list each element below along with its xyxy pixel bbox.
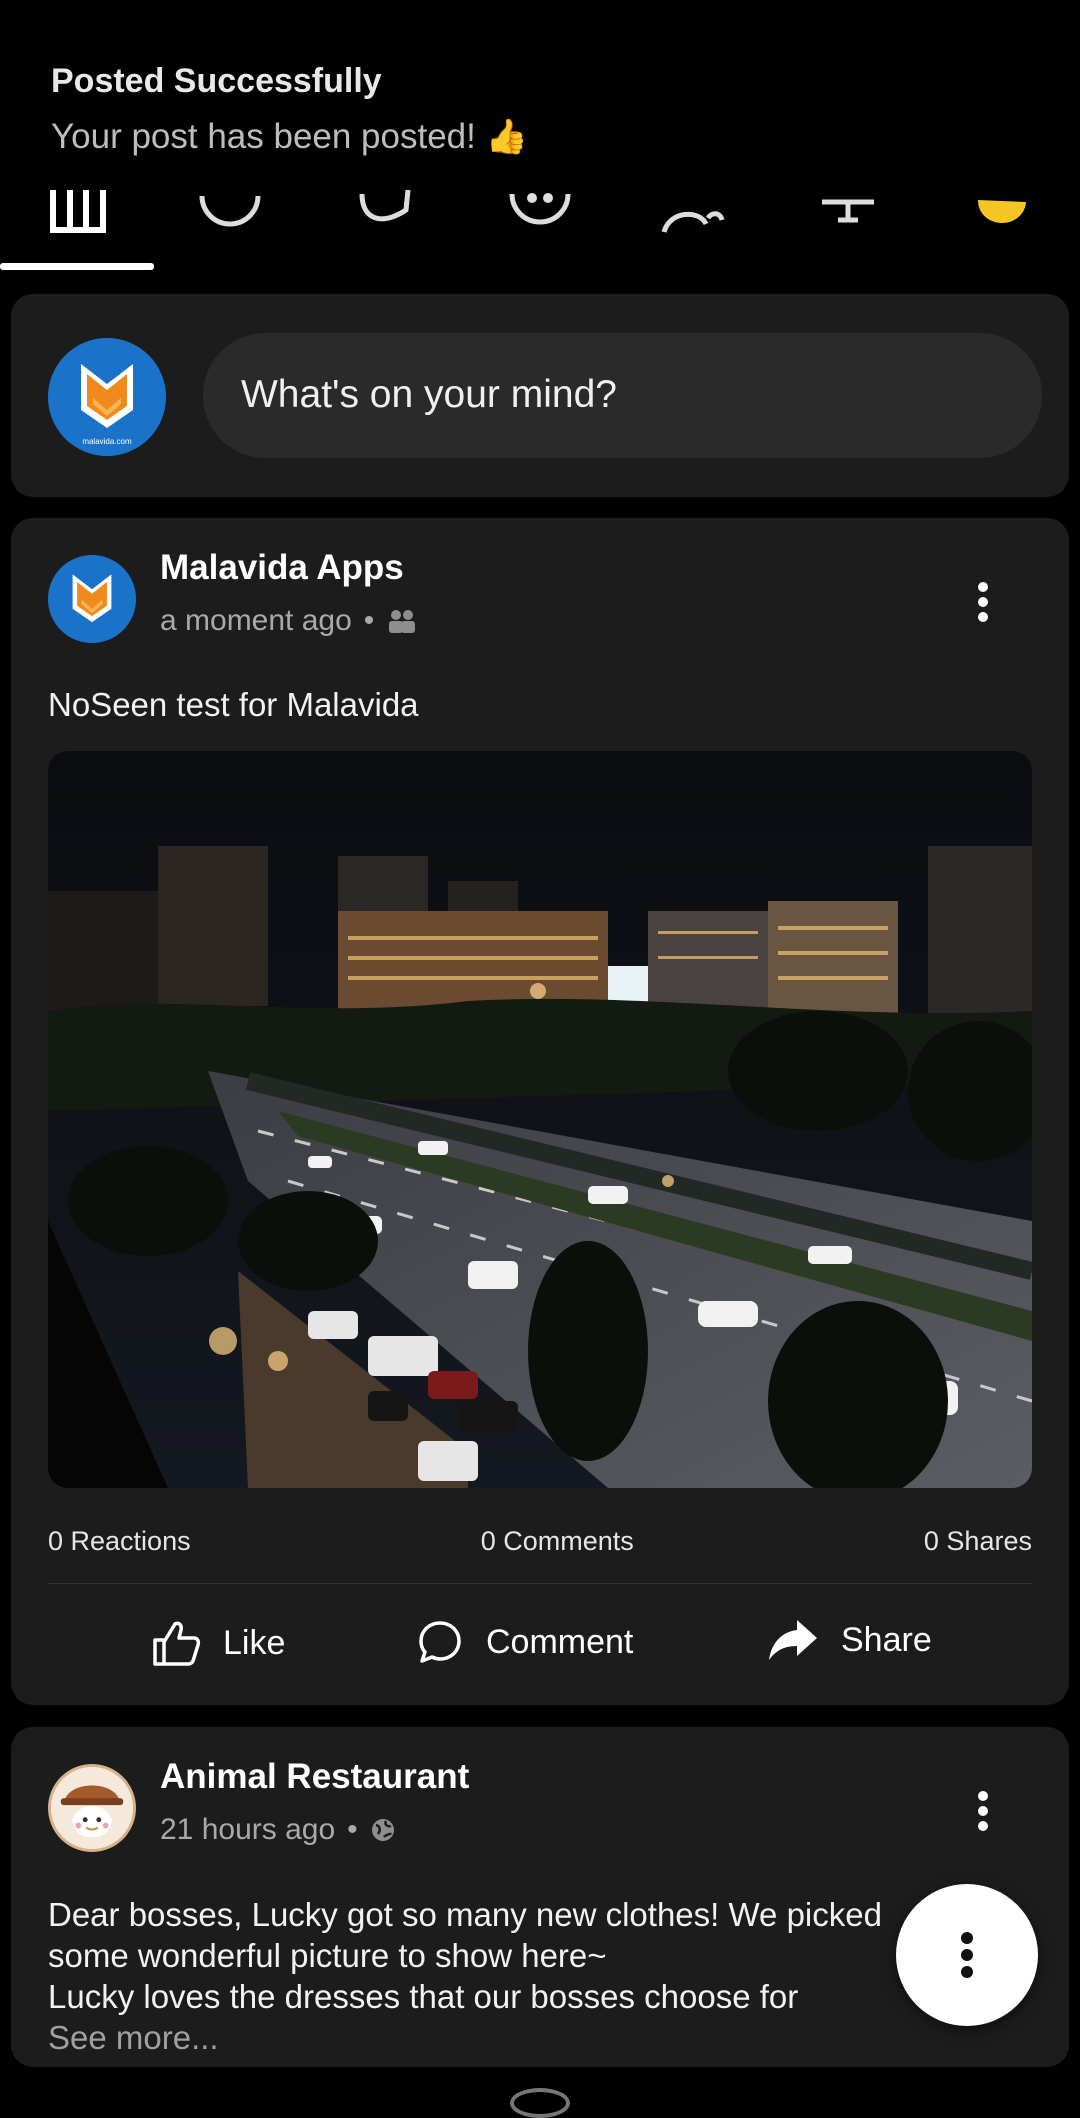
comment-label: Comment [486,1622,634,1661]
post-text: Dear bosses, Lucky got so many new cloth… [48,1894,948,2058]
top-tab-bar [0,190,1080,272]
post-photo[interactable] [48,751,1032,1488]
post-text-line: Lucky loves the dresses that our bosses … [48,1978,799,2015]
comment-button[interactable]: Comment [416,1618,633,1666]
post-time[interactable]: a moment ago [160,604,352,638]
thumbs-up-emoji: 👍 [485,118,528,156]
post-actions: Like Comment Share [11,1618,1069,1688]
groups-icon[interactable] [508,190,572,240]
post-meta: 21 hours ago • [160,1813,396,1847]
post-success-notification[interactable]: Posted Successfully Your post has been p… [0,0,1080,190]
notification-message: Your post has been posted! 👍 [51,117,1080,157]
floating-more-button[interactable] [896,1884,1038,2026]
post-stats: 0 Reactions 0 Comments 0 Shares [48,1526,1032,1566]
malavida-logo-icon [48,555,136,643]
feed-icon[interactable] [48,190,108,240]
see-more-link[interactable]: See more... [48,2017,948,2058]
night-city-image [48,751,1032,1488]
more-options-icon[interactable] [977,582,989,622]
author-avatar[interactable] [48,555,136,643]
reactions-count[interactable]: 0 Reactions [48,1526,191,1566]
share-label: Share [841,1620,932,1659]
malavida-logo-icon: malavida.com [48,338,166,456]
notification-title: Posted Successfully [51,62,382,100]
shares-count[interactable]: 0 Shares [924,1526,1032,1566]
whats-on-your-mind-input[interactable]: What's on your mind? [203,333,1042,458]
post-card: Malavida Apps a moment ago • NoSeen test… [11,518,1069,1705]
home-gesture-indicator[interactable] [510,2088,570,2118]
author-name[interactable]: Animal Restaurant [160,1757,469,1797]
post-text-line: Dear bosses, Lucky got so many new cloth… [48,1896,882,1933]
like-button[interactable]: Like [151,1618,285,1668]
notification-text: Your post has been posted! [51,117,476,156]
like-label: Like [223,1623,286,1662]
share-button[interactable]: Share [767,1618,932,1662]
author-avatar[interactable] [48,1764,136,1852]
thumbs-up-icon [153,1621,201,1666]
globe-icon [371,1819,394,1841]
comment-icon [419,1621,461,1663]
comments-count[interactable]: 0 Comments [481,1526,634,1566]
friends-icon [389,610,416,633]
animal-restaurant-logo-icon [51,1767,133,1849]
more-vertical-icon [961,1932,973,1978]
post-meta: a moment ago • [160,604,418,638]
more-options-icon[interactable] [977,1791,989,1831]
user-avatar[interactable]: malavida.com [48,338,166,456]
composer-card: malavida.com What's on your mind? [11,294,1069,497]
post-text-line: some wonderful picture to show here~ [48,1937,607,1974]
post-text: NoSeen test for Malavida [48,686,419,723]
meta-separator: • [363,604,375,637]
active-tab-indicator [0,263,154,270]
messenger-icon[interactable] [356,190,412,240]
notifications-icon[interactable] [818,190,878,240]
post-time[interactable]: 21 hours ago [160,1813,335,1847]
author-name[interactable]: Malavida Apps [160,548,404,588]
menu-icon[interactable] [972,190,1032,240]
marketplace-icon[interactable] [198,190,262,240]
share-arrow-icon [769,1620,817,1660]
post-card: Animal Restaurant 21 hours ago • Dear bo… [11,1727,1069,2067]
meta-separator: • [347,1813,358,1846]
watch-icon[interactable] [660,190,726,240]
logo-caption: malavida.com [82,437,132,446]
stats-divider [48,1583,1032,1584]
